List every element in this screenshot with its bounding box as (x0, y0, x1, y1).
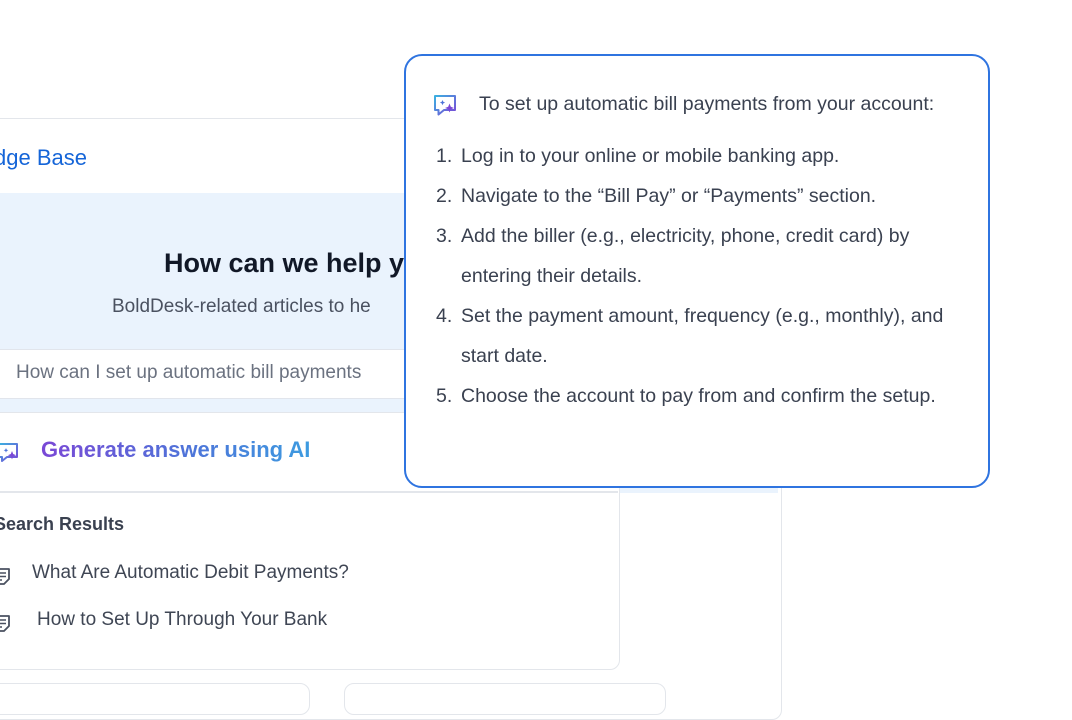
ai-answer-steps: 1. Log in to your online or mobile bankin… (430, 136, 970, 416)
step-number: 2. (436, 185, 453, 207)
generate-ai-answer-button[interactable]: Generate answer using AI (41, 437, 310, 463)
step-text: Choose the account to pay from and confi… (461, 385, 936, 407)
ai-sparkle-icon (434, 95, 456, 116)
step-text: Log in to your online or mobile banking … (461, 145, 840, 167)
ai-answer-intro: To set up automatic bill payments from y… (479, 93, 935, 115)
ai-answer-step: 1. Log in to your online or mobile bankin… (430, 136, 970, 176)
step-text: Add the biller (e.g., electricity, phone… (461, 225, 910, 287)
search-result-label: What Are Automatic Debit Payments? (32, 562, 349, 583)
search-input-value: How can I set up automatic bill payments (16, 362, 362, 383)
step-number: 5. (436, 385, 453, 407)
step-number: 1. (436, 145, 453, 167)
hero-subtitle: BoldDesk-related articles to he (112, 296, 371, 317)
step-text: Navigate to the “Bill Pay” or “Payments”… (461, 185, 877, 207)
step-text: Set the payment amount, frequency (e.g.,… (461, 305, 944, 367)
document-icon (0, 568, 10, 585)
ai-answer-popover: To set up automatic bill payments from y… (404, 54, 990, 488)
ai-sparkle-icon (0, 443, 18, 462)
ai-answer-step: 3. Add the biller (e.g., electricity, pho… (430, 216, 970, 296)
ai-answer-step: 4. Set the payment amount, frequency (e.g… (430, 296, 970, 376)
hero-heading: How can we help y (164, 248, 405, 278)
document-icon (0, 615, 10, 632)
search-result-label: How to Set Up Through Your Bank (37, 609, 328, 630)
step-number: 3. (436, 225, 453, 247)
ai-answer-step: 2. Navigate to the “Bill Pay” or “Payment… (430, 176, 970, 216)
ai-answer-step: 5. Choose the account to pay from and con… (430, 376, 970, 416)
step-number: 4. (436, 305, 453, 327)
divider (0, 491, 618, 493)
search-results-heading: Search Results (0, 514, 125, 534)
knowledge-base-title[interactable]: dge Base (0, 145, 87, 171)
